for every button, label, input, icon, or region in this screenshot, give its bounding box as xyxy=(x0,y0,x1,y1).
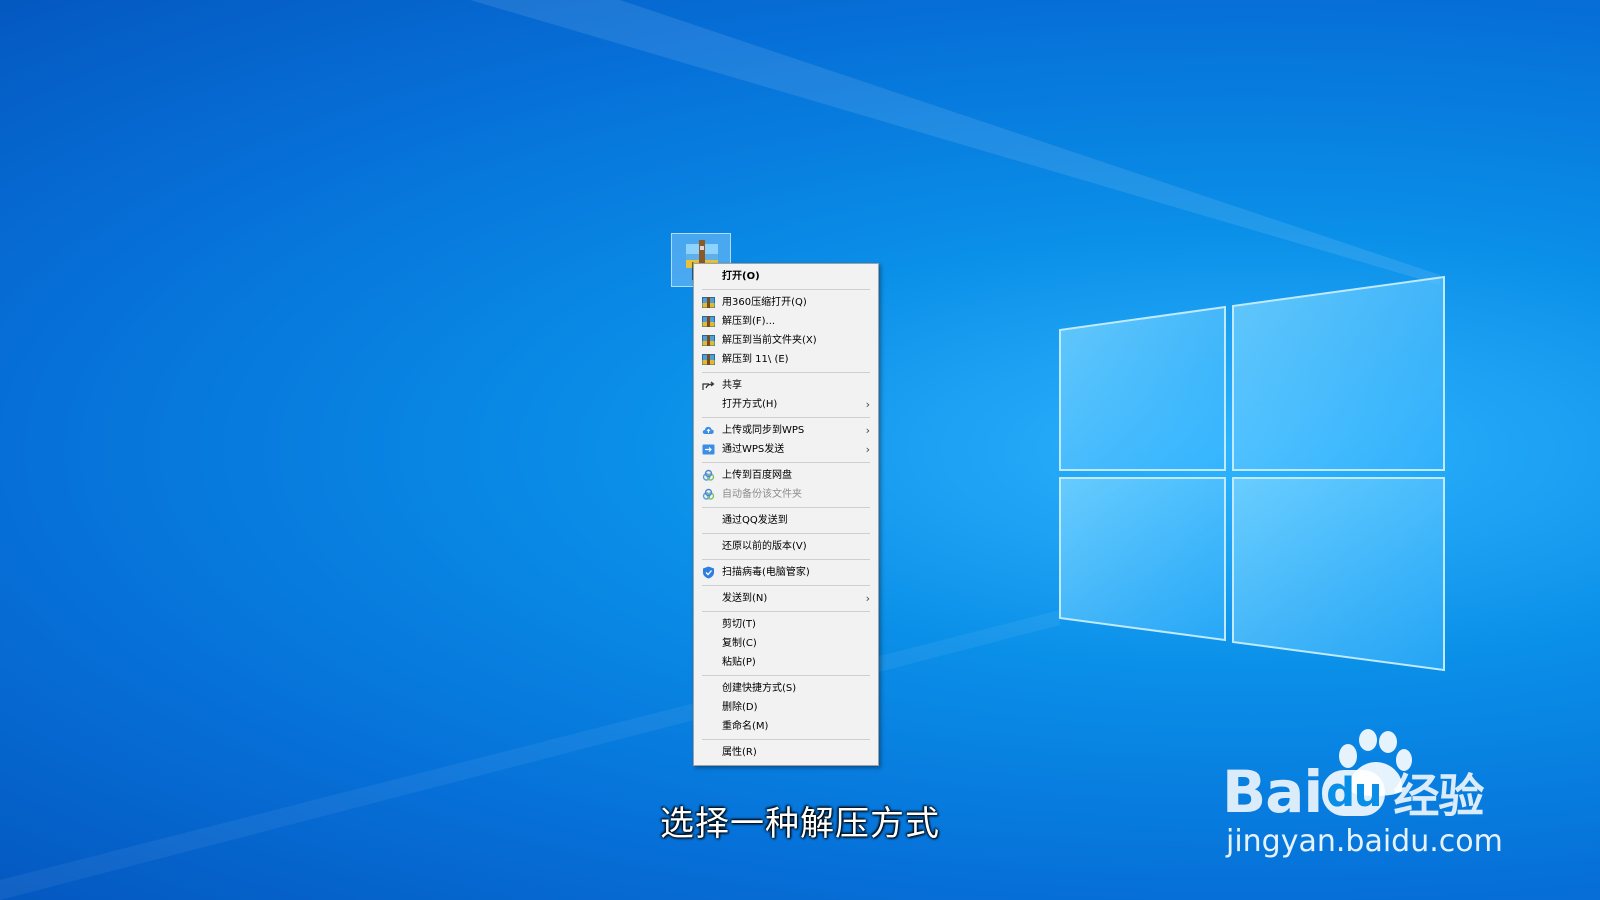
baidu-logo-cn: 经验 xyxy=(1393,769,1484,823)
share-icon xyxy=(702,379,715,392)
menu-separator xyxy=(702,611,870,612)
cloud-upload-icon xyxy=(702,424,715,437)
windows-logo-pane xyxy=(1232,275,1445,471)
archive-icon xyxy=(702,334,715,347)
menu-item[interactable]: 通过WPS发送 › xyxy=(694,440,878,459)
menu-item-label: 粘贴(P) xyxy=(722,657,756,668)
menu-item-label: 上传或同步到WPS xyxy=(722,425,805,436)
menu-item[interactable]: 上传或同步到WPS › xyxy=(694,421,878,440)
menu-item-label: 解压到 11\ (E) xyxy=(722,354,789,365)
windows-logo-pane xyxy=(1059,305,1226,471)
archive-icon xyxy=(702,353,715,366)
baidu-logo-du: du xyxy=(1322,770,1386,816)
menu-separator xyxy=(702,462,870,463)
menu-item-label: 复制(C) xyxy=(722,638,757,649)
windows-logo-pane xyxy=(1232,477,1445,672)
archive-icon xyxy=(702,296,715,309)
menu-item[interactable]: 用360压缩打开(Q) xyxy=(694,293,878,312)
baidu-logo-latin: Bai xyxy=(1222,758,1323,826)
menu-separator xyxy=(702,417,870,418)
menu-item[interactable]: 重命名(M) xyxy=(694,717,878,736)
menu-item-label: 删除(D) xyxy=(722,702,758,713)
submenu-arrow-icon: › xyxy=(865,424,870,437)
submenu-arrow-icon: › xyxy=(865,443,870,456)
menu-separator xyxy=(702,289,870,290)
baidu-netdisk-icon xyxy=(702,469,715,482)
menu-item[interactable]: 剪切(T) xyxy=(694,615,878,634)
menu-separator xyxy=(702,559,870,560)
menu-item[interactable]: 扫描病毒(电脑管家) xyxy=(694,563,878,582)
menu-separator xyxy=(702,675,870,676)
menu-item-label: 通过QQ发送到 xyxy=(722,515,788,526)
menu-item[interactable]: 复制(C) xyxy=(694,634,878,653)
menu-item-label: 剪切(T) xyxy=(722,619,756,630)
menu-item-label: 上传到百度网盘 xyxy=(722,470,792,481)
menu-item[interactable]: 通过QQ发送到 xyxy=(694,511,878,530)
menu-item-label: 自动备份该文件夹 xyxy=(722,489,802,500)
menu-item-label: 共享 xyxy=(722,380,742,391)
submenu-arrow-icon: › xyxy=(865,592,870,605)
watermark-url: jingyan.baidu.com xyxy=(1226,824,1503,859)
menu-item[interactable]: 上传到百度网盘 xyxy=(694,466,878,485)
menu-item[interactable]: 属性(R) xyxy=(694,743,878,762)
menu-item[interactable]: 共享 xyxy=(694,376,878,395)
menu-item-label: 扫描病毒(电脑管家) xyxy=(722,567,810,578)
menu-item-label: 通过WPS发送 xyxy=(722,444,785,455)
menu-item[interactable]: 粘贴(P) xyxy=(694,653,878,672)
menu-separator xyxy=(702,739,870,740)
menu-separator xyxy=(702,372,870,373)
menu-item-label: 解压到当前文件夹(X) xyxy=(722,335,817,346)
baidu-logo: Bai du 经验 xyxy=(1222,758,1484,826)
menu-item-label: 重命名(M) xyxy=(722,721,769,732)
menu-item[interactable]: 发送到(N) › xyxy=(694,589,878,608)
menu-item-label: 打开(O) xyxy=(722,271,760,282)
menu-item-label: 创建快捷方式(S) xyxy=(722,683,797,694)
menu-separator xyxy=(702,507,870,508)
menu-item-label: 打开方式(H) xyxy=(722,399,778,410)
menu-item-label: 发送到(N) xyxy=(722,593,768,604)
menu-item[interactable]: 解压到(F)... xyxy=(694,312,878,331)
baidu-jingyan-watermark: Bai du 经验 jingyan.baidu.com xyxy=(1222,728,1522,868)
menu-item[interactable]: 打开方式(H) › xyxy=(694,395,878,414)
menu-separator xyxy=(702,585,870,586)
menu-item[interactable]: 解压到当前文件夹(X) xyxy=(694,331,878,350)
menu-item-label: 解压到(F)... xyxy=(722,316,776,327)
shield-icon xyxy=(702,566,715,579)
archive-icon xyxy=(702,315,715,328)
menu-item-label: 属性(R) xyxy=(722,747,757,758)
menu-item: 自动备份该文件夹 xyxy=(694,485,878,504)
menu-item[interactable]: 创建快捷方式(S) xyxy=(694,679,878,698)
menu-item[interactable]: 解压到 11\ (E) xyxy=(694,350,878,369)
context-menu: 打开(O) 用360压缩打开(Q) 解压到(F)... 解压到当前文件夹(X) 解压到 … xyxy=(693,263,879,766)
wps-send-icon xyxy=(702,443,715,456)
menu-item-label: 用360压缩打开(Q) xyxy=(722,297,807,308)
menu-item[interactable]: 打开(O) xyxy=(694,267,878,286)
submenu-arrow-icon: › xyxy=(865,398,870,411)
menu-item[interactable]: 删除(D) xyxy=(694,698,878,717)
menu-item-label: 还原以前的版本(V) xyxy=(722,541,807,552)
menu-item[interactable]: 还原以前的版本(V) xyxy=(694,537,878,556)
windows-logo-pane xyxy=(1059,477,1226,642)
menu-separator xyxy=(702,533,870,534)
baidu-netdisk-icon xyxy=(702,488,715,501)
